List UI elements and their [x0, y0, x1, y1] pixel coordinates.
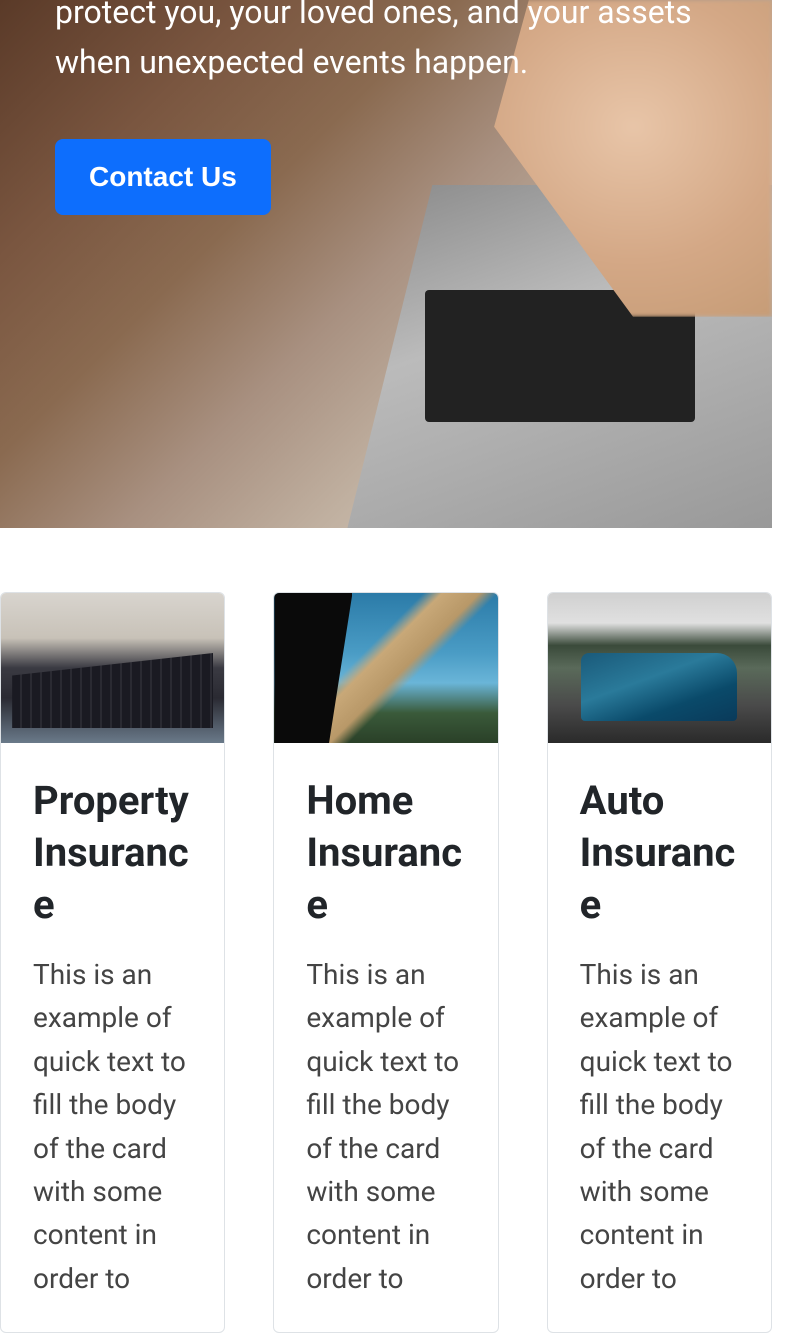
hero-section: protect you, your loved ones, and your a… [0, 0, 772, 528]
card-text: This is an example of quick text to fill… [306, 953, 465, 1300]
card-title: Auto Insurance [580, 775, 739, 931]
card-image-property [1, 593, 224, 743]
card-title: Property Insurance [33, 775, 192, 931]
card-property-insurance: Property Insurance This is an example of… [0, 592, 225, 1333]
hero-content: protect you, your loved ones, and your a… [0, 0, 772, 215]
card-text: This is an example of quick text to fill… [580, 953, 739, 1300]
card-text: This is an example of quick text to fill… [33, 953, 192, 1300]
card-title: Home Insurance [306, 775, 465, 931]
hero-description: protect you, your loved ones, and your a… [55, 0, 717, 87]
card-body: Home Insurance This is an example of qui… [274, 743, 497, 1332]
card-image-home [274, 593, 497, 743]
card-auto-insurance: Auto Insurance This is an example of qui… [547, 592, 772, 1333]
card-home-insurance: Home Insurance This is an example of qui… [273, 592, 498, 1333]
card-image-auto [548, 593, 771, 743]
card-body: Property Insurance This is an example of… [1, 743, 224, 1332]
insurance-cards-section: Property Insurance This is an example of… [0, 528, 772, 1333]
card-body: Auto Insurance This is an example of qui… [548, 743, 771, 1332]
contact-us-button[interactable]: Contact Us [55, 139, 271, 215]
